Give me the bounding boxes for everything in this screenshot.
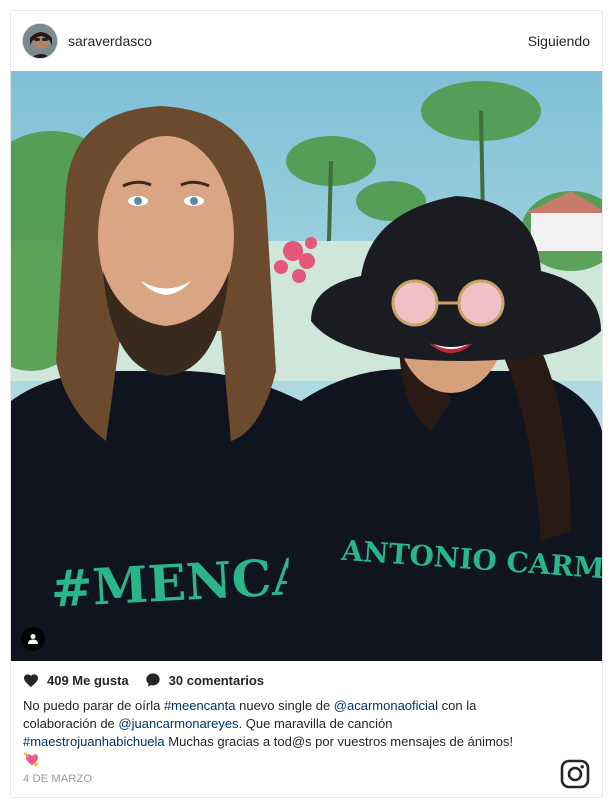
comment-button[interactable]: 30 comentarios — [145, 672, 264, 688]
post-photo[interactable]: #MENCANTA ANTONIO CARMO — [11, 71, 602, 661]
like-button[interactable]: 409 Me gusta — [23, 673, 129, 688]
likes-count: 409 Me gusta — [47, 672, 129, 688]
following-button[interactable]: Siguiendo — [528, 33, 590, 49]
caption-text: nuevo single de — [235, 698, 334, 713]
post-date[interactable]: 4 DE MARZO — [23, 773, 92, 785]
user-tag-icon[interactable] — [21, 627, 45, 651]
caption-text: No puedo parar de oírla — [23, 698, 164, 713]
post-caption: No puedo parar de oírla #meencanta nuevo… — [23, 697, 523, 769]
avatar[interactable] — [22, 23, 58, 59]
instagram-post-card: saraverdasco Siguiendo #MENCANTA ANTONIO… — [10, 10, 603, 798]
instagram-icon[interactable] — [560, 759, 590, 789]
caption-text: . Que maravilla de canción — [238, 716, 393, 731]
hashtag-link[interactable]: #meencanta — [164, 698, 236, 713]
mention-link[interactable]: @acarmonaoficial — [334, 698, 438, 713]
mention-link[interactable]: @juancarmonareyes — [118, 716, 238, 731]
username[interactable]: saraverdasco — [68, 33, 152, 49]
comment-icon[interactable] — [145, 672, 161, 688]
comments-count: 30 comentarios — [168, 672, 265, 688]
heart-icon[interactable] — [23, 673, 39, 688]
post-actions: 409 Me gusta 30 comentarios — [23, 671, 280, 689]
hashtag-link[interactable]: #maestrojuanhabichuela — [23, 734, 165, 749]
post-header: saraverdasco Siguiendo — [11, 11, 602, 71]
